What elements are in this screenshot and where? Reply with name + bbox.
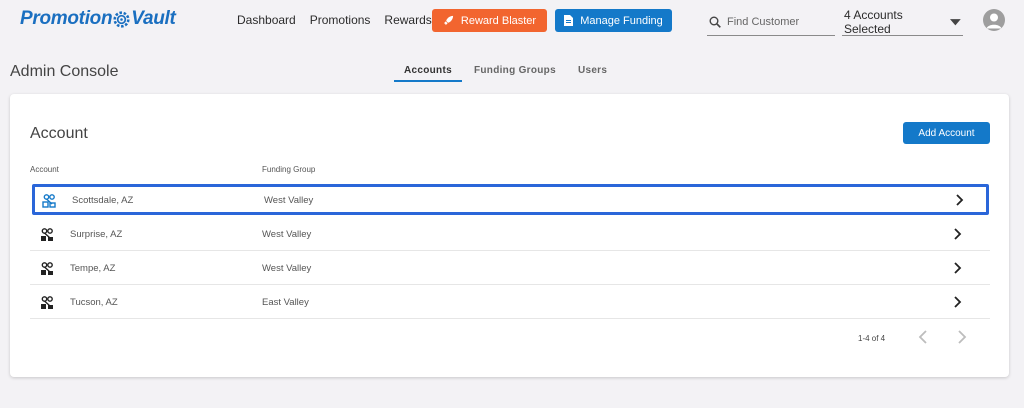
- search-icon: [709, 16, 721, 28]
- find-customer-input[interactable]: [727, 16, 827, 28]
- table-row[interactable]: Scottsdale, AZ West Valley: [32, 184, 989, 215]
- chevron-right-icon[interactable]: [952, 193, 966, 207]
- nav-dashboard[interactable]: Dashboard: [237, 13, 296, 27]
- accounts-selector[interactable]: 4 Accounts Selected: [842, 8, 963, 36]
- accounts-card: Account Add Account Account Funding Grou…: [10, 94, 1009, 377]
- store-icon: [41, 228, 53, 241]
- document-icon: [564, 15, 574, 26]
- admin-tabs: Accounts Funding Groups Users: [394, 65, 619, 82]
- store-icon: [42, 194, 56, 208]
- tab-users[interactable]: Users: [568, 65, 617, 82]
- funding-group: West Valley: [264, 195, 314, 206]
- pagination-label: 1-4 of 4: [858, 334, 886, 343]
- account-name: Tempe, AZ: [70, 263, 116, 274]
- user-avatar-icon[interactable]: [983, 9, 1005, 31]
- page-title: Admin Console: [10, 63, 119, 80]
- account-name: Tucson, AZ: [70, 297, 118, 308]
- column-header-account: Account: [30, 165, 59, 174]
- card-title: Account: [30, 125, 88, 142]
- reward-blaster-button[interactable]: Reward Blaster: [432, 9, 547, 32]
- tab-accounts[interactable]: Accounts: [394, 65, 462, 82]
- store-icon: [41, 296, 53, 309]
- logo-gear-icon: [113, 10, 130, 28]
- funding-group: West Valley: [262, 263, 312, 274]
- account-name: Surprise, AZ: [70, 229, 123, 240]
- tab-funding-groups[interactable]: Funding Groups: [464, 65, 566, 82]
- add-account-button[interactable]: Add Account: [903, 122, 990, 144]
- manage-funding-button[interactable]: Manage Funding: [555, 9, 672, 32]
- account-name: Scottsdale, AZ: [72, 195, 134, 206]
- top-bar: Promotion Vault Dashboard Promotions Rew…: [0, 0, 1024, 44]
- column-header-funding-group: Funding Group: [262, 165, 316, 174]
- main-nav: Dashboard Promotions Rewards: [237, 13, 432, 27]
- chevron-right-icon[interactable]: [950, 227, 964, 241]
- manage-funding-label: Manage Funding: [580, 14, 663, 27]
- funding-group: East Valley: [262, 297, 309, 308]
- find-customer-search: [707, 9, 835, 36]
- funding-group: West Valley: [262, 229, 312, 240]
- chevron-right-icon[interactable]: [954, 330, 968, 344]
- rocket-icon: [443, 15, 453, 26]
- store-icon: [41, 262, 53, 275]
- logo-text-right: Vault: [131, 8, 176, 29]
- nav-promotions[interactable]: Promotions: [310, 13, 371, 27]
- table-row[interactable]: Surprise, AZ West Valley: [30, 218, 990, 251]
- logo-text-left: Promotion: [20, 8, 113, 29]
- chevron-right-icon[interactable]: [950, 295, 964, 309]
- chevron-left-icon[interactable]: [917, 330, 931, 344]
- logo[interactable]: Promotion Vault: [20, 7, 176, 31]
- table-row[interactable]: Tucson, AZ East Valley: [30, 286, 990, 319]
- nav-rewards[interactable]: Rewards: [384, 13, 431, 27]
- table-row[interactable]: Tempe, AZ West Valley: [30, 252, 990, 285]
- caret-down-icon: [950, 18, 961, 25]
- chevron-right-icon[interactable]: [950, 261, 964, 275]
- accounts-selected-label: 4 Accounts Selected: [844, 8, 903, 36]
- reward-blaster-label: Reward Blaster: [460, 14, 537, 27]
